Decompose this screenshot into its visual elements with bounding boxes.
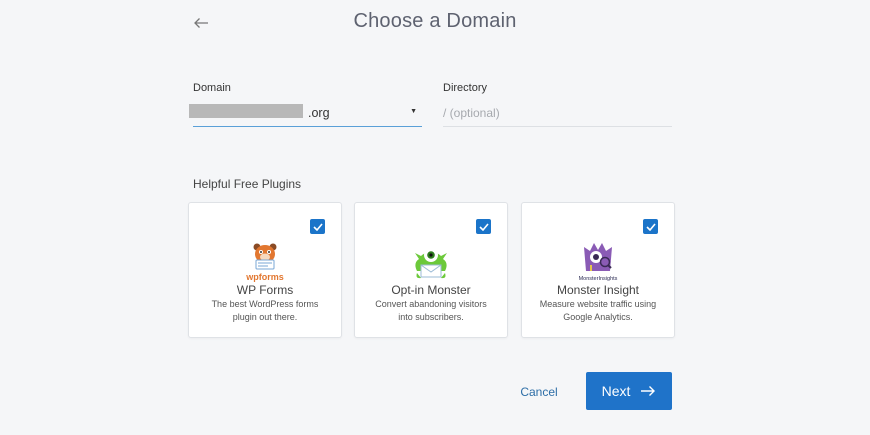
- wpforms-logo-text: wpforms: [245, 272, 284, 282]
- domain-redacted-text: [189, 104, 303, 118]
- plugin-description: The best WordPress forms plugin out ther…: [211, 299, 319, 322]
- checkmark-icon: [645, 222, 656, 231]
- checkmark-icon: [312, 222, 323, 231]
- next-label: Next: [601, 383, 631, 399]
- monsterinsights-logo-text: MonsterInsights: [579, 276, 618, 282]
- arrow-right-icon: [641, 386, 656, 396]
- optinmonster-checkbox[interactable]: [476, 219, 491, 234]
- directory-placeholder: / (optional): [443, 106, 500, 120]
- monsterinsights-logo: MonsterInsights: [522, 239, 674, 283]
- domain-field: Domain .org ▼: [189, 82, 422, 127]
- plugin-card-wpforms[interactable]: wpforms WP Forms The best WordPress form…: [188, 202, 342, 338]
- plugin-description: Convert abandoning visitors into subscri…: [375, 299, 487, 322]
- monsterinsights-checkbox[interactable]: [643, 219, 658, 234]
- domain-value: .org: [308, 106, 330, 120]
- plugin-card-optinmonster[interactable]: Opt-in Monster Convert abandoning visito…: [354, 202, 508, 338]
- plugin-card-monsterinsights[interactable]: MonsterInsights Monster Insight Measure …: [521, 202, 675, 338]
- wpforms-checkbox[interactable]: [310, 219, 325, 234]
- caret-down-icon: ▼: [410, 108, 417, 115]
- directory-input[interactable]: / (optional): [443, 100, 672, 127]
- directory-label: Directory: [443, 82, 488, 94]
- wpforms-bear-icon: wpforms: [245, 243, 284, 282]
- optinmonster-monster-icon: [415, 248, 447, 279]
- plugin-description: Measure website traffic using Google Ana…: [539, 299, 657, 322]
- monsterinsights-monster-icon: MonsterInsights: [579, 243, 618, 282]
- wpforms-logo: wpforms: [189, 239, 341, 283]
- plugin-name: WP Forms: [236, 283, 294, 297]
- domain-select[interactable]: .org ▼: [189, 100, 422, 127]
- plugin-name: Opt-in Monster: [391, 283, 471, 297]
- plugins-heading: Helpful Free Plugins: [193, 177, 302, 191]
- page-title: Choose a Domain: [353, 10, 517, 32]
- checkmark-icon: [478, 222, 489, 231]
- domain-label: Domain: [193, 82, 231, 94]
- cancel-button[interactable]: Cancel: [514, 380, 564, 404]
- next-button[interactable]: Next: [586, 372, 672, 410]
- optinmonster-logo: [355, 239, 507, 283]
- directory-field: Directory / (optional): [443, 82, 672, 127]
- plugin-name: Monster Insight: [556, 283, 640, 297]
